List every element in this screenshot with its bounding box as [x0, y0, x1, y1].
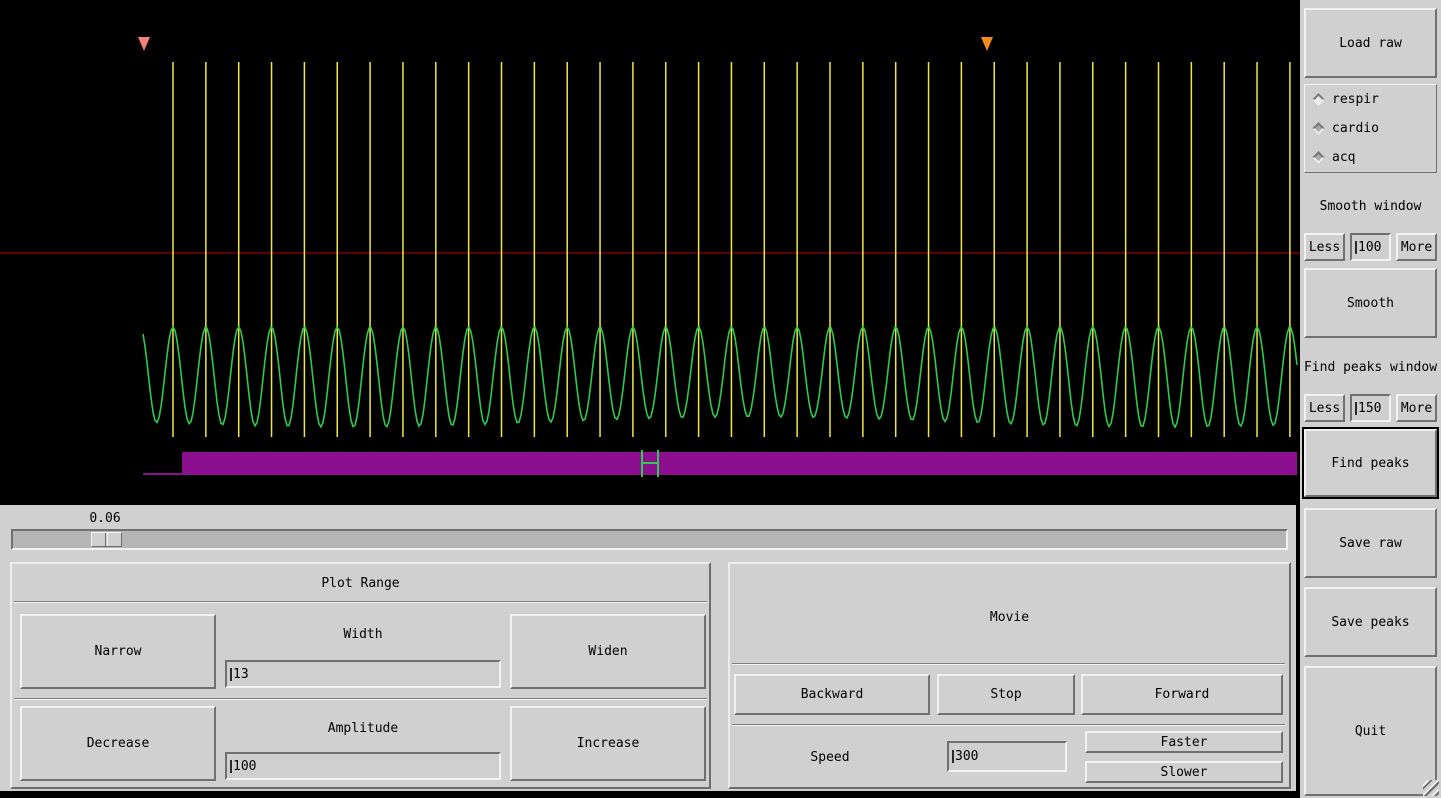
smooth-less-button[interactable]: Less: [1304, 233, 1345, 261]
increase-button[interactable]: Increase: [510, 706, 706, 781]
peaks-entry-cursor: [1355, 401, 1357, 415]
position-scale-handle[interactable]: [91, 532, 122, 547]
find-peaks-window-entry[interactable]: 150: [1350, 394, 1391, 422]
smooth-window-value: 100: [1358, 239, 1382, 255]
narrow-button[interactable]: Narrow: [20, 614, 216, 689]
scale-handle-ridge: [105, 533, 108, 546]
find-peaks-window-value: 150: [1358, 400, 1382, 416]
speed-entry[interactable]: 300: [947, 741, 1067, 772]
channel-radio-group: respir cardio acq: [1304, 84, 1437, 173]
radio-acq-label: acq: [1332, 150, 1356, 165]
radio-cardio[interactable]: cardio: [1305, 114, 1436, 143]
radio-acq-diamond-icon: [1312, 151, 1325, 164]
save-peaks-button[interactable]: Save peaks: [1304, 587, 1437, 657]
amplitude-entry[interactable]: 100: [225, 752, 501, 780]
quit-button[interactable]: Quit: [1304, 666, 1437, 796]
width-label: Width: [343, 626, 383, 642]
radio-respir-label: respir: [1332, 92, 1379, 107]
peaks-band: [182, 452, 1297, 475]
smooth-button[interactable]: Smooth: [1304, 268, 1437, 338]
speed-entry-cursor: [952, 750, 954, 763]
faster-button[interactable]: Faster: [1085, 731, 1283, 753]
movie-title: Movie: [989, 609, 1030, 625]
plot-range-frame: Plot Range Narrow Width 13 Widen Decreas…: [10, 562, 711, 789]
smooth-window-label: Smooth window: [1319, 198, 1422, 214]
signal-plot-canvas[interactable]: [0, 0, 1300, 505]
peaks-more-button[interactable]: More: [1396, 394, 1437, 422]
radio-cardio-label: cardio: [1332, 121, 1379, 136]
width-entry-value: 13: [233, 666, 249, 682]
smooth-window-entry[interactable]: 100: [1350, 233, 1391, 261]
bottom-panel: 0.06 Plot Range Narrow Width 13 Widen De…: [0, 505, 1296, 791]
find-peaks-button[interactable]: Find peaks: [1304, 429, 1437, 497]
speed-label: Speed: [810, 749, 850, 765]
width-entry-cursor: [230, 667, 232, 681]
find-peaks-default-ring: Find peaks: [1302, 427, 1439, 499]
amplitude-entry-value: 100: [233, 758, 257, 774]
radio-acq[interactable]: acq: [1305, 143, 1436, 172]
smooth-more-button[interactable]: More: [1396, 233, 1437, 261]
speed-entry-value: 300: [955, 749, 979, 764]
amplitude-entry-cursor: [230, 759, 232, 773]
radio-respir[interactable]: respir: [1305, 85, 1436, 114]
save-raw-button[interactable]: Save raw: [1304, 508, 1437, 578]
amplitude-label: Amplitude: [327, 720, 399, 736]
slower-button[interactable]: Slower: [1085, 761, 1283, 783]
smooth-entry-cursor: [1355, 240, 1357, 254]
radio-respir-diamond-icon: [1312, 93, 1325, 106]
orange-position-marker-icon[interactable]: [981, 37, 993, 51]
scale-value-label: 0.06: [89, 510, 121, 526]
forward-button[interactable]: Forward: [1081, 674, 1283, 715]
plot-range-separator-1: [14, 601, 707, 603]
width-entry[interactable]: 13: [225, 660, 501, 688]
plot-range-title: Plot Range: [321, 575, 400, 591]
load-raw-button[interactable]: Load raw: [1304, 8, 1437, 78]
salmon-position-marker-icon[interactable]: [138, 37, 150, 51]
sidebar-panel: Load raw respir cardio acq Smooth window…: [1300, 0, 1441, 798]
movie-separator-1: [732, 663, 1285, 665]
resize-grip[interactable]: [1423, 780, 1439, 796]
position-scale-trough[interactable]: [11, 529, 1288, 550]
decrease-button[interactable]: Decrease: [20, 706, 216, 781]
movie-separator-2: [732, 724, 1285, 726]
plot-range-separator-2: [14, 698, 707, 700]
radio-cardio-diamond-icon: [1312, 122, 1325, 135]
backward-button[interactable]: Backward: [734, 674, 930, 715]
movie-frame: Movie Backward Stop Forward Speed 300 Fa…: [728, 562, 1291, 789]
respiration-wave: [142, 325, 1298, 429]
peaks-less-button[interactable]: Less: [1304, 394, 1345, 422]
stop-button[interactable]: Stop: [937, 674, 1075, 715]
band-tail: [143, 473, 184, 475]
widen-button[interactable]: Widen: [510, 614, 706, 689]
find-peaks-window-label: Find peaks window: [1303, 359, 1438, 375]
app-window: 0.06 Plot Range Narrow Width 13 Widen De…: [0, 0, 1441, 798]
